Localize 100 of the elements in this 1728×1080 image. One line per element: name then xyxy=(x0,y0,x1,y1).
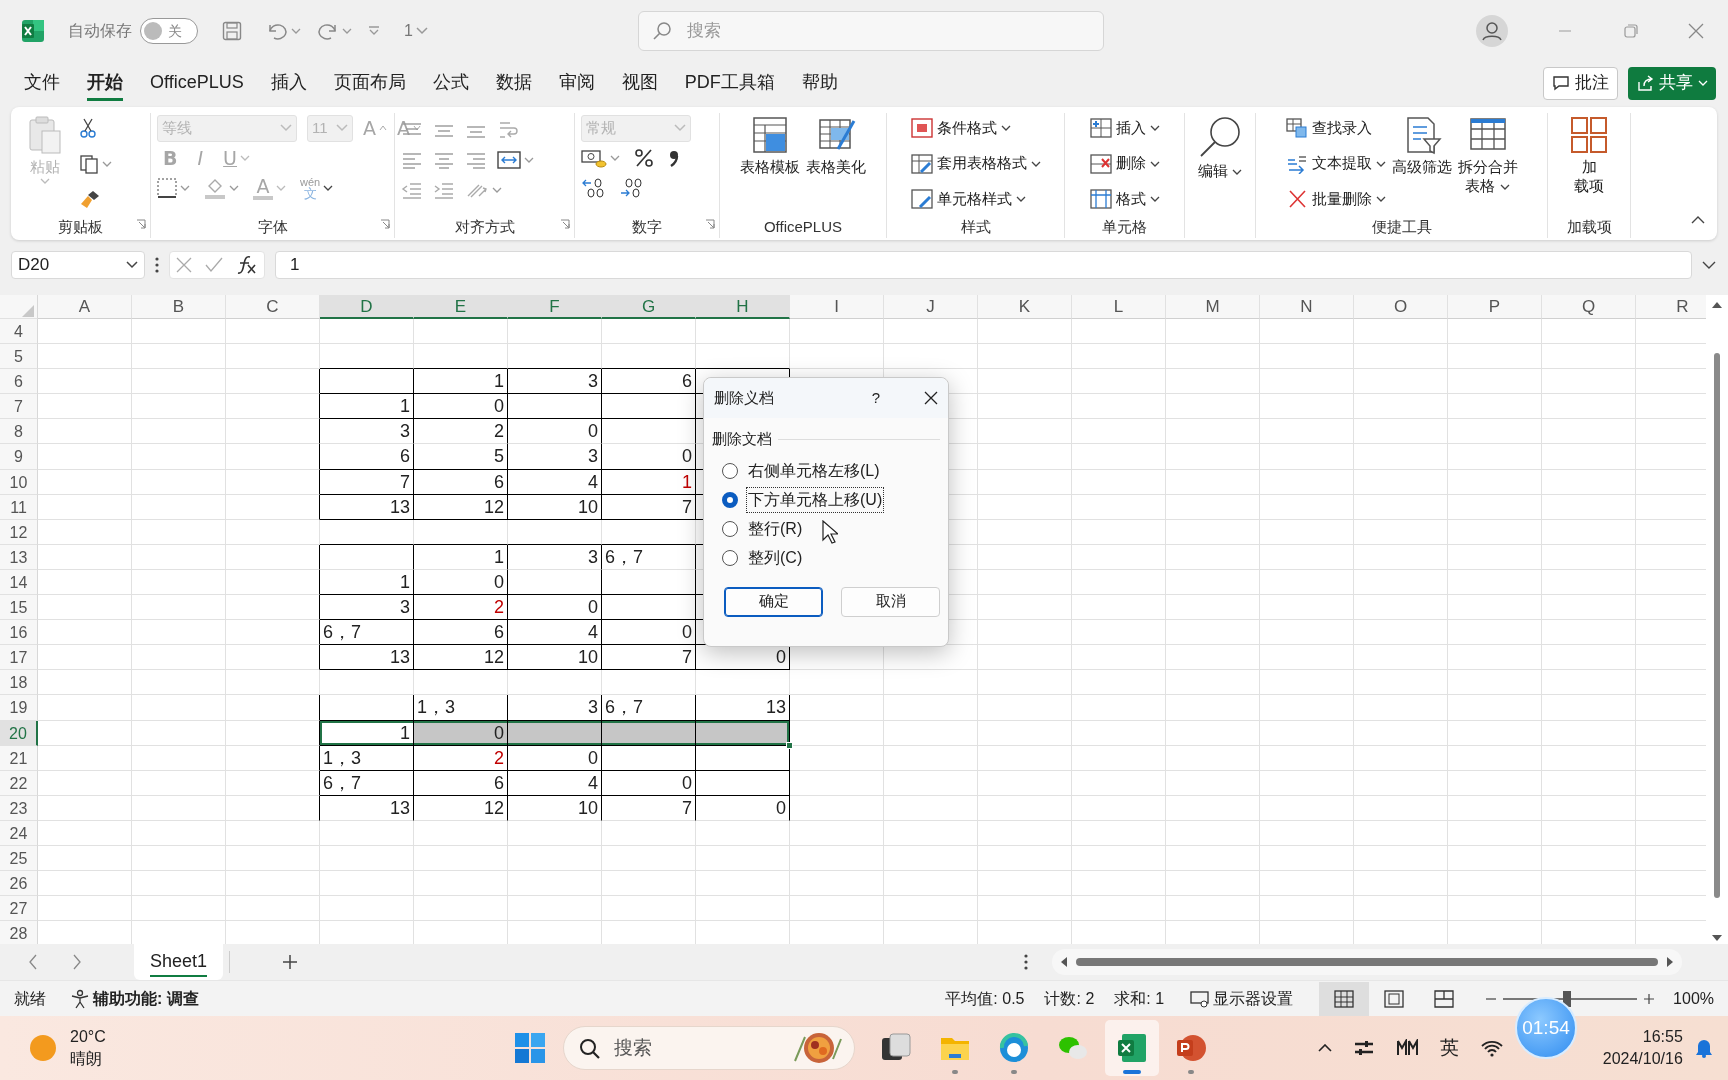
quick-access-dropdown[interactable]: 1 xyxy=(404,18,428,44)
column-header[interactable]: D xyxy=(320,295,414,319)
radio-option[interactable]: 整列(C) xyxy=(704,543,948,573)
radio-option[interactable]: 右侧单元格左移(L) xyxy=(704,456,948,486)
radio-option[interactable]: 下方单元格上移(U) xyxy=(704,485,948,515)
ribbon-button[interactable]: 格式 xyxy=(1089,186,1160,212)
column-header[interactable]: P xyxy=(1448,295,1542,319)
spreadsheet-cell: 12 xyxy=(414,795,508,821)
search-field[interactable]: 搜索 xyxy=(637,11,1104,51)
menu-tab[interactable]: 数据 xyxy=(495,65,532,101)
column-header[interactable]: H xyxy=(696,295,790,319)
row-header[interactable]: 24 xyxy=(0,820,38,846)
taskbar-search-field[interactable]: 搜索 xyxy=(562,1026,855,1070)
row-header[interactable]: 12 xyxy=(0,519,38,545)
column-header[interactable]: O xyxy=(1354,295,1448,319)
help-button[interactable]: ? xyxy=(871,386,880,410)
ribbon-button[interactable]: 查找录入 xyxy=(1285,115,1386,141)
dialog-button[interactable]: 确定 xyxy=(724,586,823,617)
row-header[interactable]: 14 xyxy=(0,569,38,596)
row-header[interactable]: 8 xyxy=(0,419,38,445)
input-method-button[interactable]: 英 xyxy=(1439,1033,1459,1063)
row-header[interactable]: 23 xyxy=(0,795,38,821)
column-header[interactable]: J xyxy=(884,295,978,319)
row-header[interactable]: 9 xyxy=(0,444,38,470)
row-header[interactable]: 19 xyxy=(0,695,38,721)
menu-tab[interactable]: 页面布局 xyxy=(333,65,406,101)
spreadsheet-cell: 3 xyxy=(320,595,414,621)
row-header[interactable]: 16 xyxy=(0,620,38,646)
row-header[interactable]: 22 xyxy=(0,770,38,796)
spreadsheet-cell: 2 xyxy=(414,419,508,445)
ribbon-button[interactable]: 高级筛选 xyxy=(1391,113,1452,216)
menu-tab[interactable]: 视图 xyxy=(621,65,658,101)
column-header[interactable]: I xyxy=(790,295,884,319)
row-header[interactable]: 20 xyxy=(0,720,38,746)
column-header[interactable]: F xyxy=(508,295,602,319)
column-header[interactable]: E xyxy=(414,295,508,319)
menu-tab[interactable]: OfficePLUS xyxy=(150,65,244,101)
row-header[interactable]: 7 xyxy=(0,394,38,420)
row-header[interactable]: 17 xyxy=(0,645,38,671)
spreadsheet-cell: 2 xyxy=(414,745,508,771)
autosave-toggle[interactable]: 关 xyxy=(140,18,198,44)
column-header[interactable]: M xyxy=(1166,295,1260,319)
spreadsheet-cell: 3 xyxy=(508,444,602,470)
name-box[interactable]: D20 xyxy=(11,250,145,279)
column-header[interactable]: G xyxy=(602,295,696,319)
ribbon-button[interactable]: 表格模板 xyxy=(740,113,800,216)
ribbon-button[interactable]: 批量删除 xyxy=(1285,186,1386,212)
ribbon-button[interactable]: 拆分合并 表格 xyxy=(1457,113,1518,216)
ribbon-button[interactable]: 表格美化 xyxy=(806,113,866,216)
ribbon-button[interactable]: 删除 xyxy=(1089,150,1160,177)
spreadsheet-cell: 0 xyxy=(508,419,602,445)
row-header[interactable]: 26 xyxy=(0,871,38,897)
row-header[interactable]: 18 xyxy=(0,670,38,696)
share-button[interactable]: 共享 xyxy=(1628,66,1716,100)
column-header[interactable]: K xyxy=(978,295,1072,319)
row-header[interactable]: 21 xyxy=(0,745,38,771)
ribbon-button[interactable]: 加 载项 xyxy=(1569,113,1609,216)
menu-tab[interactable]: PDF工具箱 xyxy=(684,65,775,101)
ribbon-button[interactable]: 编辑 xyxy=(1197,113,1243,216)
row-header[interactable]: 13 xyxy=(0,544,38,570)
column-header[interactable]: A xyxy=(38,295,132,319)
dialog-title: 删除义档 xyxy=(714,387,774,408)
group-label: 数字 xyxy=(632,218,662,235)
dialog-button[interactable]: 取消 xyxy=(841,586,940,617)
ribbon-button[interactable]: 插入 xyxy=(1089,115,1160,141)
spreadsheet-cell: 7 xyxy=(320,469,414,495)
menu-tab[interactable]: 开始 xyxy=(87,65,123,101)
spreadsheet-cell: 1，3 xyxy=(320,745,414,771)
row-header[interactable]: 5 xyxy=(0,344,38,370)
menu-tab[interactable]: 审阅 xyxy=(558,65,595,101)
column-header[interactable]: L xyxy=(1072,295,1166,319)
display-settings-button[interactable]: 显示器设置 xyxy=(1190,985,1294,1012)
row-header[interactable]: 6 xyxy=(0,369,38,395)
row-header[interactable]: 10 xyxy=(0,469,38,495)
sheet-tab[interactable]: Sheet1 xyxy=(134,944,224,980)
ribbon-button[interactable]: 套用表格格式 xyxy=(910,150,1041,177)
spreadsheet-cell: 10 xyxy=(508,795,602,821)
ribbon-button[interactable]: 条件格式 xyxy=(910,115,1041,141)
row-header[interactable]: 27 xyxy=(0,896,38,922)
column-header[interactable]: Q xyxy=(1542,295,1636,319)
ribbon-button[interactable]: 单元格样式 xyxy=(910,186,1041,212)
spreadsheet-cell: 6 xyxy=(414,620,508,646)
menu-tab[interactable]: 帮助 xyxy=(801,65,838,101)
row-header[interactable]: 4 xyxy=(0,319,38,345)
radio-option[interactable]: 整行(R) xyxy=(704,514,948,544)
menu-tab[interactable]: 插入 xyxy=(270,65,307,101)
comment-button[interactable]: 批注 xyxy=(1543,66,1618,100)
column-header[interactable]: N xyxy=(1260,295,1354,319)
column-header[interactable]: B xyxy=(132,295,226,319)
row-header[interactable]: 11 xyxy=(0,494,38,520)
menu-tab[interactable]: 文件 xyxy=(24,65,60,101)
row-header[interactable]: 28 xyxy=(0,921,38,944)
spreadsheet-cell: 7 xyxy=(602,494,696,520)
ribbon-button[interactable]: 文本提取 xyxy=(1285,150,1386,177)
row-header[interactable]: 25 xyxy=(0,845,38,872)
formula-input[interactable]: 1 xyxy=(275,250,1692,279)
row-header[interactable]: 15 xyxy=(0,595,38,621)
clock-button[interactable]: 16:55 2024/10/16 xyxy=(1602,1026,1683,1070)
menu-tab[interactable]: 公式 xyxy=(432,65,469,101)
accessibility-button[interactable]: 辅助功能: 调查 xyxy=(70,985,199,1012)
